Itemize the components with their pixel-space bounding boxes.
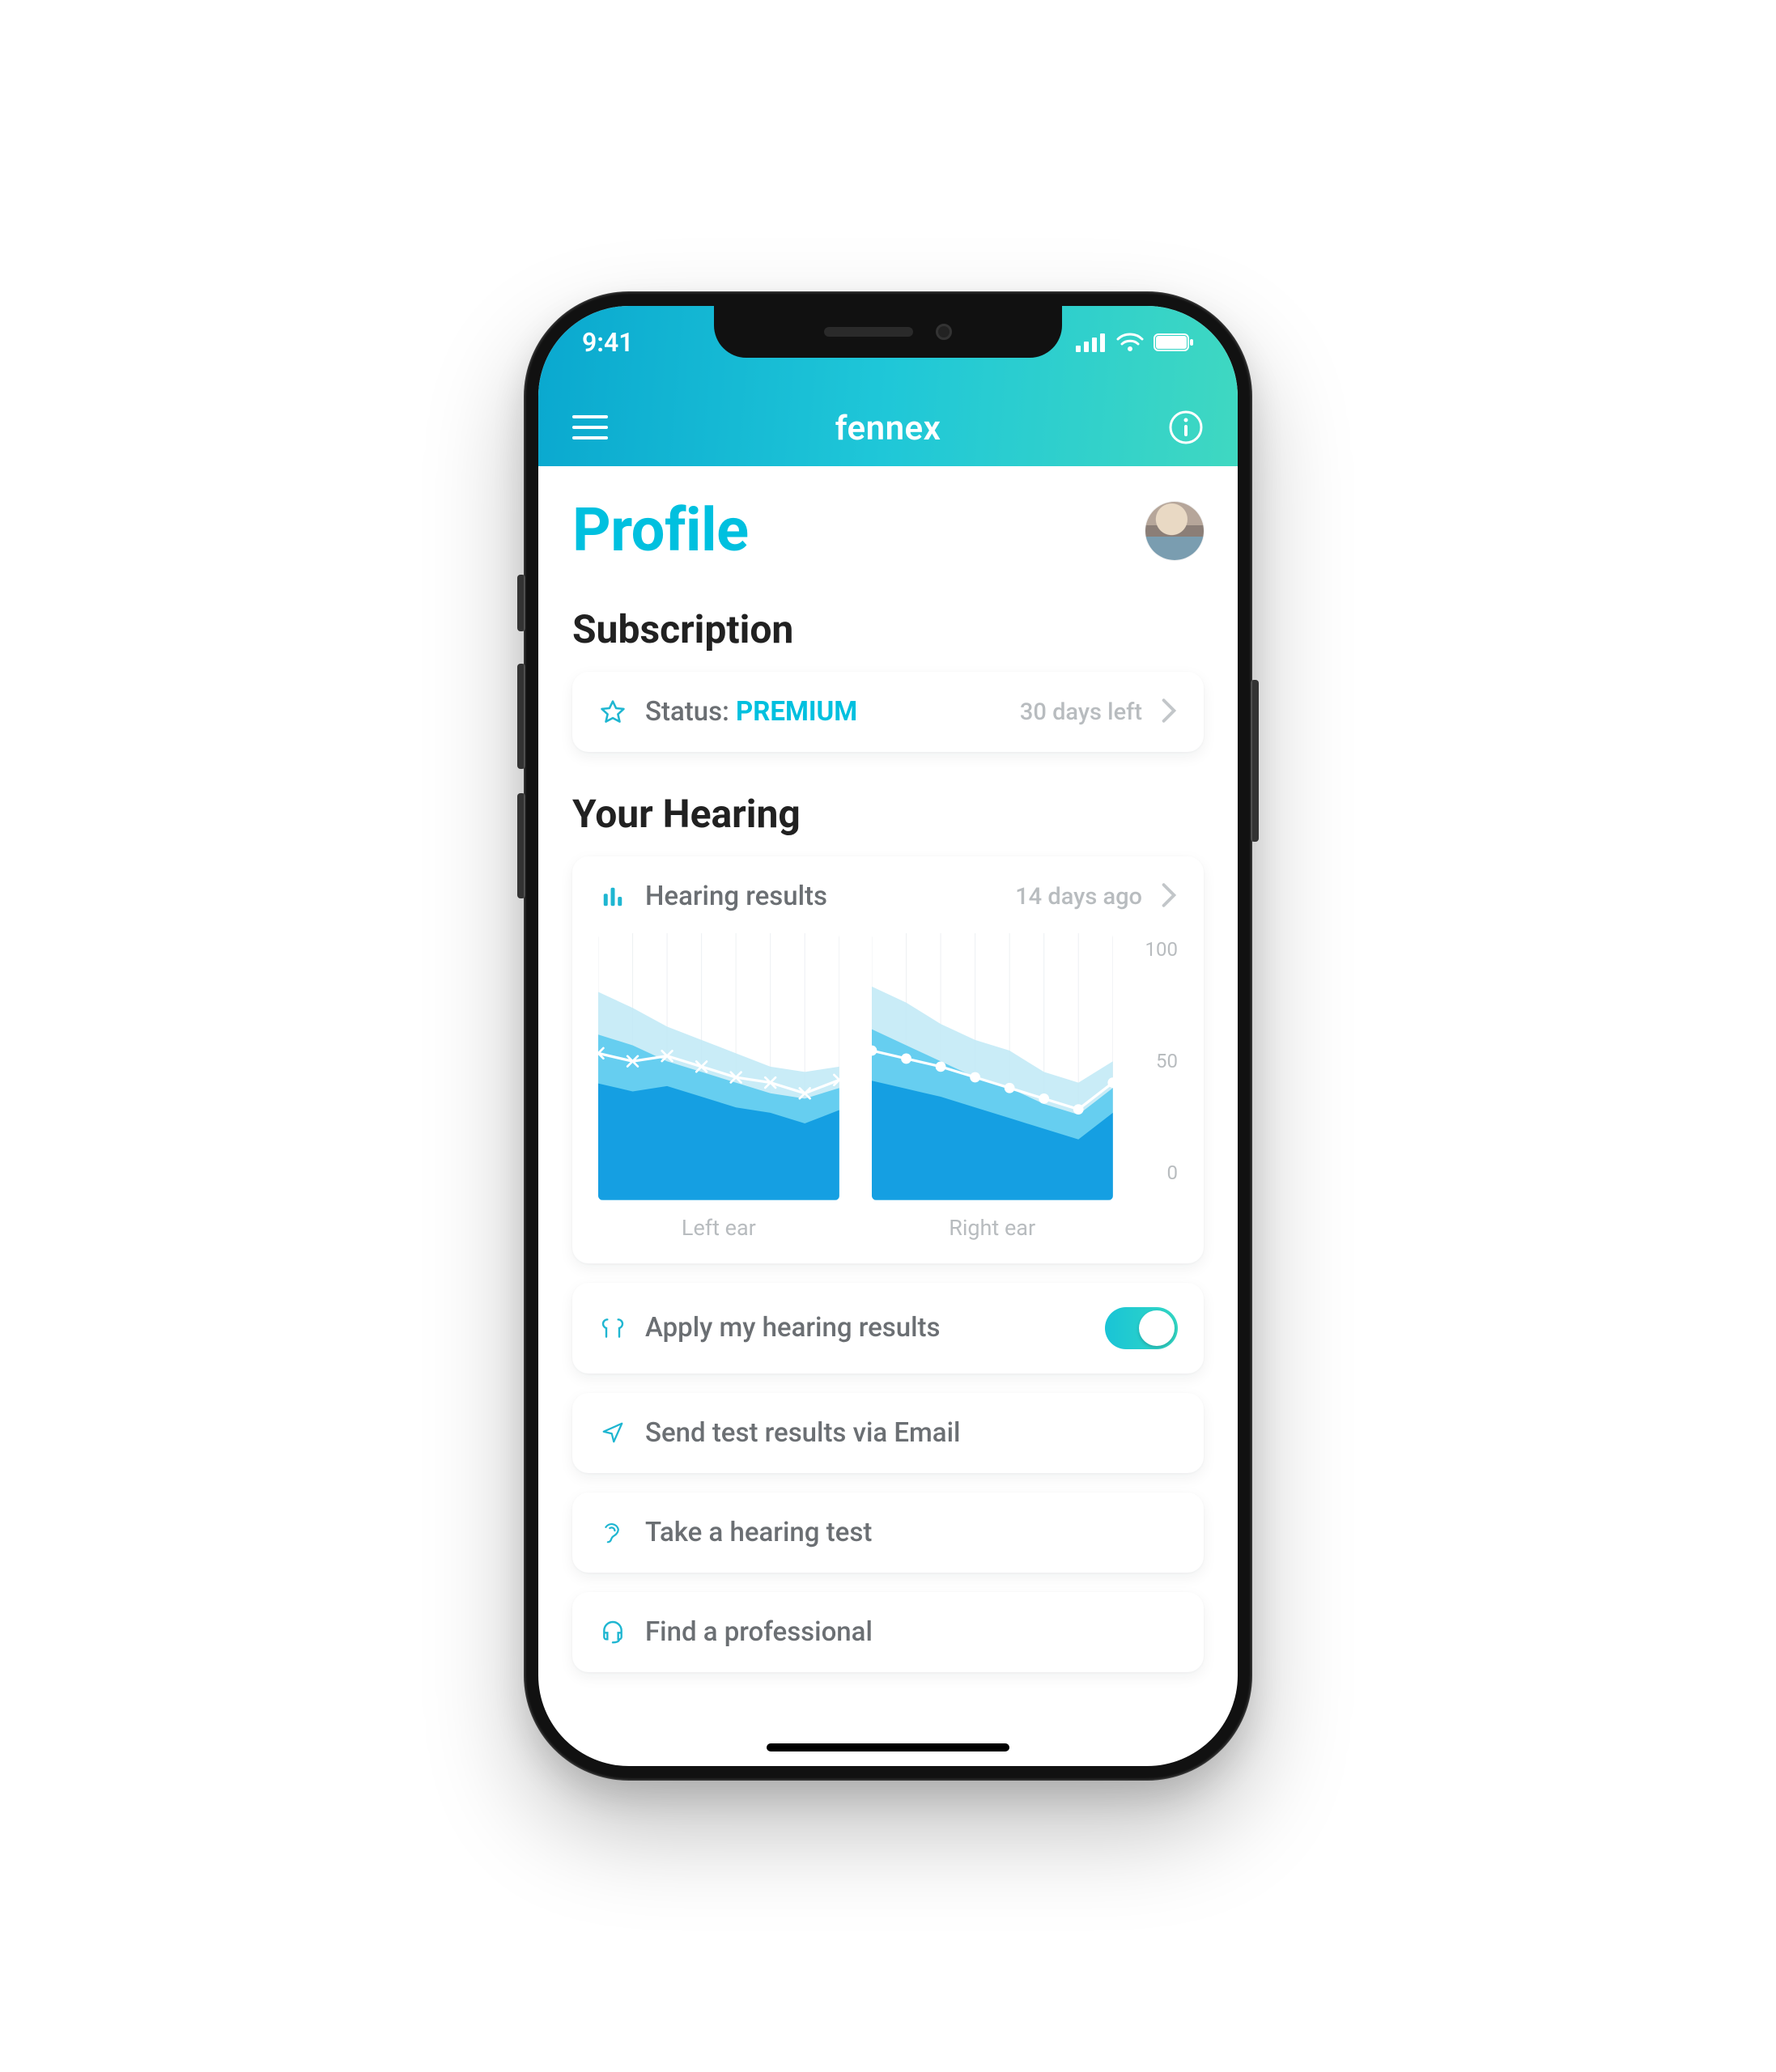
apply-results-toggle[interactable]	[1105, 1307, 1178, 1349]
hearing-results-meta: 14 days ago	[1015, 883, 1142, 911]
mute-switch	[517, 575, 525, 631]
hamburger-icon	[572, 414, 608, 441]
cellular-icon	[1076, 333, 1107, 352]
find-pro-label: Find a professional	[645, 1616, 873, 1648]
avatar[interactable]	[1145, 502, 1204, 560]
phone-frame: 9:41 fennex Profile	[524, 291, 1252, 1781]
apply-results-label: Apply my hearing results	[645, 1312, 941, 1344]
home-indicator[interactable]	[767, 1743, 1009, 1751]
info-button[interactable]	[1168, 410, 1204, 448]
status-label: Status: PREMIUM	[645, 696, 857, 728]
wifi-icon	[1116, 333, 1144, 352]
menu-button[interactable]	[572, 414, 608, 444]
hearing-results-card[interactable]: Hearing results 14 days ago Left ear Rig…	[572, 856, 1204, 1263]
find-pro-row[interactable]: Find a professional	[572, 1592, 1204, 1672]
app-title: fennex	[835, 409, 941, 448]
subscription-heading: Subscription	[572, 606, 1204, 652]
status-value: PREMIUM	[736, 696, 857, 728]
send-email-label: Send test results via Email	[645, 1417, 960, 1449]
status-time: 9:41	[582, 327, 634, 358]
send-icon	[598, 1420, 627, 1445]
device-notch	[714, 306, 1062, 358]
airpods-icon	[598, 1315, 627, 1341]
hearing-heading: Your Hearing	[572, 791, 1204, 837]
chevron-right-icon	[1160, 882, 1178, 911]
headset-icon	[598, 1619, 627, 1645]
left-ear-caption: Left ear	[682, 1215, 756, 1241]
volume-up	[517, 664, 525, 769]
apply-results-row: Apply my hearing results	[572, 1283, 1204, 1374]
take-test-label: Take a hearing test	[645, 1517, 872, 1548]
days-left: 30 days left	[1020, 698, 1142, 726]
send-email-row[interactable]: Send test results via Email	[572, 1393, 1204, 1473]
volume-down	[517, 793, 525, 898]
subscription-card[interactable]: Status: PREMIUM 30 days left	[572, 672, 1204, 752]
left-ear-chart: Left ear	[598, 933, 839, 1241]
hearing-charts: Left ear Right ear 100 50 0	[598, 933, 1178, 1241]
chevron-right-icon	[1160, 698, 1178, 727]
hearing-results-label: Hearing results	[645, 881, 827, 912]
battery-icon	[1154, 333, 1194, 352]
take-test-row[interactable]: Take a hearing test	[572, 1492, 1204, 1573]
right-ear-chart: Right ear	[872, 933, 1113, 1241]
page-content: Profile Subscription Status: PREMIUM 30 …	[538, 466, 1238, 1756]
page-title: Profile	[572, 495, 749, 566]
star-icon	[598, 698, 627, 726]
power-button	[1251, 680, 1259, 842]
bars-icon	[598, 885, 627, 909]
ear-icon	[598, 1519, 627, 1545]
y-axis-labels: 100 50 0	[1145, 933, 1178, 1184]
info-icon	[1168, 410, 1204, 445]
right-ear-caption: Right ear	[949, 1215, 1035, 1241]
